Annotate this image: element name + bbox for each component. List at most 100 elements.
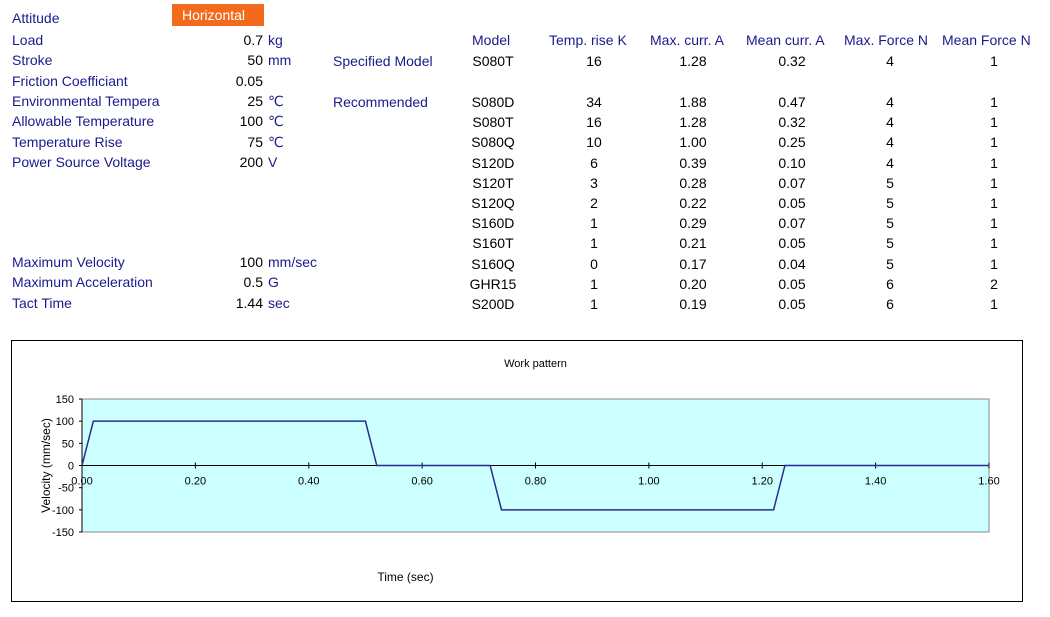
motion-value[interactable]: 100: [203, 254, 263, 270]
param-value[interactable]: 75: [203, 134, 263, 150]
motion-label: Maximum Velocity: [12, 254, 125, 270]
table-cell: S080T: [472, 53, 514, 69]
table-header: Max. Force N: [844, 32, 929, 48]
param-value[interactable]: 100: [203, 113, 263, 129]
param-value[interactable]: 0.05: [203, 73, 263, 89]
param-label: Load: [12, 32, 44, 48]
table-cell: 4: [886, 94, 894, 110]
table-cell: 5: [886, 255, 894, 272]
table-cell: S080D: [471, 94, 515, 110]
table-cell: 3: [590, 174, 598, 191]
table-cell: 4: [886, 114, 894, 131]
table-cell: 1: [990, 134, 998, 151]
motion-value[interactable]: 1.44: [203, 295, 263, 311]
x-tick-label: 0.40: [298, 476, 319, 488]
param-value[interactable]: 25: [203, 93, 263, 109]
specified-model-label: Specified Model: [333, 53, 433, 69]
table-cell: 1: [990, 53, 998, 69]
x-tick-label: 1.40: [865, 476, 886, 488]
param-value[interactable]: 50: [203, 52, 263, 68]
chart-svg: Work pattern 0.00 0.20 0.40 0.60 0.80 1.00 1.20…: [39, 358, 1000, 584]
table-cell: 1.28: [679, 114, 707, 131]
table-cell: S080Q: [471, 134, 515, 151]
table-cell: 0.05: [778, 296, 806, 312]
y-tick-label: -150: [52, 527, 74, 539]
table-header: Temp. rise K: [549, 32, 627, 48]
table-cell: 0.39: [679, 154, 707, 171]
x-tick-label: 0.00: [71, 476, 92, 488]
table-cell: 1: [590, 275, 598, 292]
y-tick-label: 0: [68, 461, 74, 473]
y-tick-label: 50: [62, 438, 74, 450]
table-cell: 4: [886, 53, 894, 69]
table-header: Mean Force N: [942, 32, 1031, 48]
table-cell: S120T: [472, 174, 514, 191]
table-cell: 1: [990, 114, 998, 131]
table-cell: 4: [886, 134, 894, 151]
table-cell: 0.32: [778, 114, 806, 131]
attitude-label: Attitude: [12, 10, 60, 26]
table-cell: 2: [990, 275, 998, 292]
table-cell: S200D: [471, 296, 515, 312]
table-cell: 1.88: [679, 94, 707, 110]
table-cell: 0.21: [679, 235, 707, 252]
x-tick-label: 0.60: [411, 476, 432, 488]
table-cell: 0.05: [778, 195, 806, 211]
table-cell: 5: [886, 174, 894, 191]
table-cell: 1: [990, 94, 998, 110]
param-label: Temperature Rise: [12, 133, 123, 150]
param-unit: ℃: [268, 113, 284, 130]
table-cell: 1: [990, 154, 998, 171]
attitude-select[interactable]: Horizontal: [172, 4, 264, 26]
param-unit: mm: [268, 52, 292, 69]
table-cell: 0.10: [778, 154, 806, 171]
param-unit: ℃: [268, 133, 284, 150]
motion-unit: mm/sec: [268, 254, 317, 270]
table-cell: 1: [990, 235, 998, 252]
y-tick-label: -100: [52, 505, 74, 517]
table-cell: 1: [990, 255, 998, 272]
table-cell: 0.04: [778, 255, 806, 272]
motion-value[interactable]: 0.5: [203, 274, 263, 290]
table-cell: S120Q: [471, 195, 515, 211]
x-tick-label: 1.20: [752, 476, 773, 488]
table-cell: 16: [586, 53, 602, 69]
table-cell: 5: [886, 235, 894, 252]
table-cell: 0.29: [679, 215, 707, 232]
table-cell: 0.32: [778, 53, 806, 69]
work-pattern-chart: Work pattern 0.00 0.20 0.40 0.60 0.80 1.00 1.20…: [11, 340, 1023, 602]
table-cell: GHR15: [469, 275, 517, 292]
table-cell: 6: [590, 154, 598, 171]
table-cell: S160T: [472, 235, 514, 252]
x-tick-label: 0.80: [525, 476, 546, 488]
table-cell: 0.17: [679, 255, 707, 272]
motion-unit: G: [268, 274, 279, 291]
table-cell: 6: [886, 296, 894, 312]
param-value[interactable]: 200: [203, 154, 263, 170]
table-header: Max. curr. A: [650, 32, 724, 48]
param-unit: V: [268, 153, 278, 170]
table-cell: 0.22: [679, 195, 707, 211]
table-cell: 5: [886, 215, 894, 232]
table-header: Mean curr. A: [746, 32, 825, 48]
param-value[interactable]: 0.7: [203, 32, 263, 48]
x-tick-label: 1.00: [638, 476, 659, 488]
table-cell: S120D: [471, 154, 515, 171]
table-cell: 1: [990, 174, 998, 191]
table-cell: 0.19: [679, 296, 707, 312]
param-label: Environmental Tempera: [12, 92, 160, 109]
table-cell: 1: [590, 215, 598, 232]
table-cell: 1: [590, 235, 598, 252]
table-cell: 0: [590, 255, 598, 272]
param-label: Friction Coefficiant: [12, 72, 128, 89]
table-cell: 0.07: [778, 215, 806, 232]
table-header: Model: [472, 32, 511, 48]
param-unit: ℃: [268, 92, 284, 109]
motion-label: Maximum Acceleration: [12, 274, 153, 291]
table-cell: 0.28: [679, 174, 707, 191]
table-cell: 0.07: [778, 174, 806, 191]
table-cell: 2: [590, 195, 598, 211]
table-cell: 0.05: [778, 235, 806, 252]
y-tick-label: -50: [58, 483, 74, 495]
x-tick-label: 0.20: [185, 476, 206, 488]
